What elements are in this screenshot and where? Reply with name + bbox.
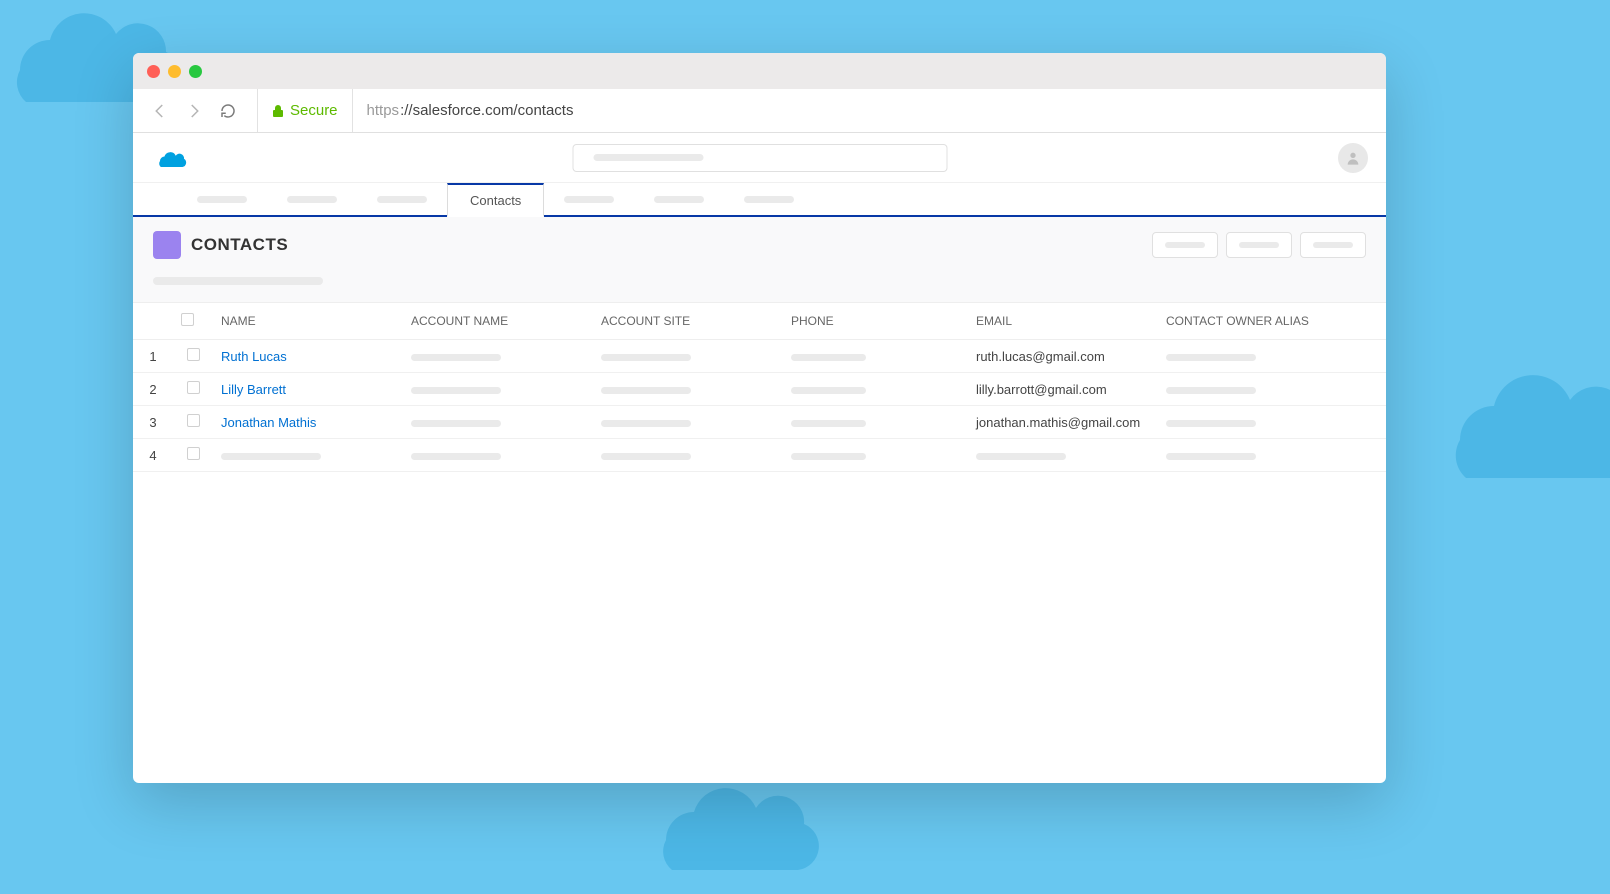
placeholder — [791, 453, 866, 460]
tab-placeholder[interactable] — [357, 183, 447, 215]
tab-placeholder[interactable] — [634, 183, 724, 215]
placeholder — [411, 387, 501, 394]
placeholder — [976, 453, 1066, 460]
placeholder — [411, 453, 501, 460]
tab-placeholder[interactable] — [267, 183, 357, 215]
toolbar-action-button[interactable] — [1300, 232, 1366, 258]
avatar[interactable] — [1338, 143, 1368, 173]
placeholder — [1166, 420, 1256, 427]
placeholder — [601, 420, 691, 427]
tab-contacts[interactable]: Contacts — [447, 183, 544, 217]
placeholder — [1166, 354, 1256, 361]
tab-placeholder[interactable] — [724, 183, 814, 215]
col-header-name[interactable]: NAME — [213, 303, 403, 340]
page-title: CONTACTS — [191, 235, 288, 255]
user-icon — [1345, 150, 1361, 166]
placeholder — [411, 420, 501, 427]
secure-label: Secure — [290, 102, 338, 119]
contacts-table: NAME ACCOUNT NAME ACCOUNT SITE PHONE EMA… — [133, 303, 1386, 472]
row-checkbox[interactable] — [173, 373, 213, 406]
row-checkbox[interactable] — [173, 340, 213, 373]
placeholder — [601, 354, 691, 361]
placeholder — [791, 387, 866, 394]
row-number: 3 — [133, 406, 173, 439]
browser-address-bar: Secure https ://salesforce.com/contacts — [133, 89, 1386, 133]
contact-name-link[interactable]: Ruth Lucas — [221, 349, 287, 364]
placeholder — [411, 354, 501, 361]
table-row[interactable]: 4 — [133, 439, 1386, 472]
contact-email: ruth.lucas@gmail.com — [976, 349, 1105, 364]
row-number: 4 — [133, 439, 173, 472]
page-toolbar: CONTACTS — [133, 217, 1386, 303]
window-titlebar — [133, 53, 1386, 89]
search-placeholder — [593, 154, 703, 161]
placeholder — [221, 453, 321, 460]
bg-cloud-icon — [1400, 340, 1610, 510]
contact-email: jonathan.mathis@gmail.com — [976, 415, 1140, 430]
toolbar-action-button[interactable] — [1226, 232, 1292, 258]
row-number: 1 — [133, 340, 173, 373]
app-header — [133, 133, 1386, 183]
toolbar-subtitle-placeholder — [153, 277, 323, 285]
placeholder — [601, 387, 691, 394]
row-checkbox[interactable] — [173, 439, 213, 472]
tab-label: Contacts — [470, 193, 521, 208]
table-row[interactable]: 3 Jonathan Mathis jonathan.mathis@gmail.co… — [133, 406, 1386, 439]
col-header-email[interactable]: EMAIL — [968, 303, 1158, 340]
col-header-account-name[interactable]: ACCOUNT NAME — [403, 303, 593, 340]
placeholder — [601, 453, 691, 460]
secure-indicator: Secure — [257, 89, 352, 132]
placeholder — [1166, 387, 1256, 394]
placeholder — [1166, 453, 1256, 460]
row-number: 2 — [133, 373, 173, 406]
contact-name-link[interactable]: Lilly Barrett — [221, 382, 286, 397]
col-header-owner[interactable]: CONTACT OWNER ALIAS — [1158, 303, 1386, 340]
col-header-account-site[interactable]: ACCOUNT SITE — [593, 303, 783, 340]
tabbar: Contacts — [133, 183, 1386, 217]
salesforce-logo-icon[interactable] — [151, 146, 187, 170]
table-row[interactable]: 1 Ruth Lucas ruth.lucas@gmail.com — [133, 340, 1386, 373]
bg-cloud-icon — [620, 764, 820, 894]
col-header-phone[interactable]: PHONE — [783, 303, 968, 340]
window-maximize-button[interactable] — [189, 65, 202, 78]
contact-name-link[interactable]: Jonathan Mathis — [221, 415, 316, 430]
toolbar-action-button[interactable] — [1152, 232, 1218, 258]
contacts-icon — [153, 231, 181, 259]
forward-icon[interactable] — [185, 102, 203, 120]
url-field[interactable]: https ://salesforce.com/contacts — [352, 89, 588, 132]
contact-email: lilly.barrott@gmail.com — [976, 382, 1107, 397]
reload-icon[interactable] — [219, 102, 237, 120]
tab-placeholder[interactable] — [544, 183, 634, 215]
placeholder — [791, 420, 866, 427]
window-minimize-button[interactable] — [168, 65, 181, 78]
row-checkbox[interactable] — [173, 406, 213, 439]
lock-icon — [272, 104, 284, 118]
url-scheme: https — [367, 102, 400, 119]
search-input[interactable] — [572, 144, 947, 172]
placeholder — [791, 354, 866, 361]
tab-placeholder[interactable] — [177, 183, 267, 215]
select-all-checkbox[interactable] — [173, 303, 213, 340]
table-row[interactable]: 2 Lilly Barrett lilly.barrott@gmail.com — [133, 373, 1386, 406]
url-path: ://salesforce.com/contacts — [400, 102, 573, 119]
window-close-button[interactable] — [147, 65, 160, 78]
back-icon[interactable] — [151, 102, 169, 120]
browser-window: Secure https ://salesforce.com/contacts … — [133, 53, 1386, 783]
